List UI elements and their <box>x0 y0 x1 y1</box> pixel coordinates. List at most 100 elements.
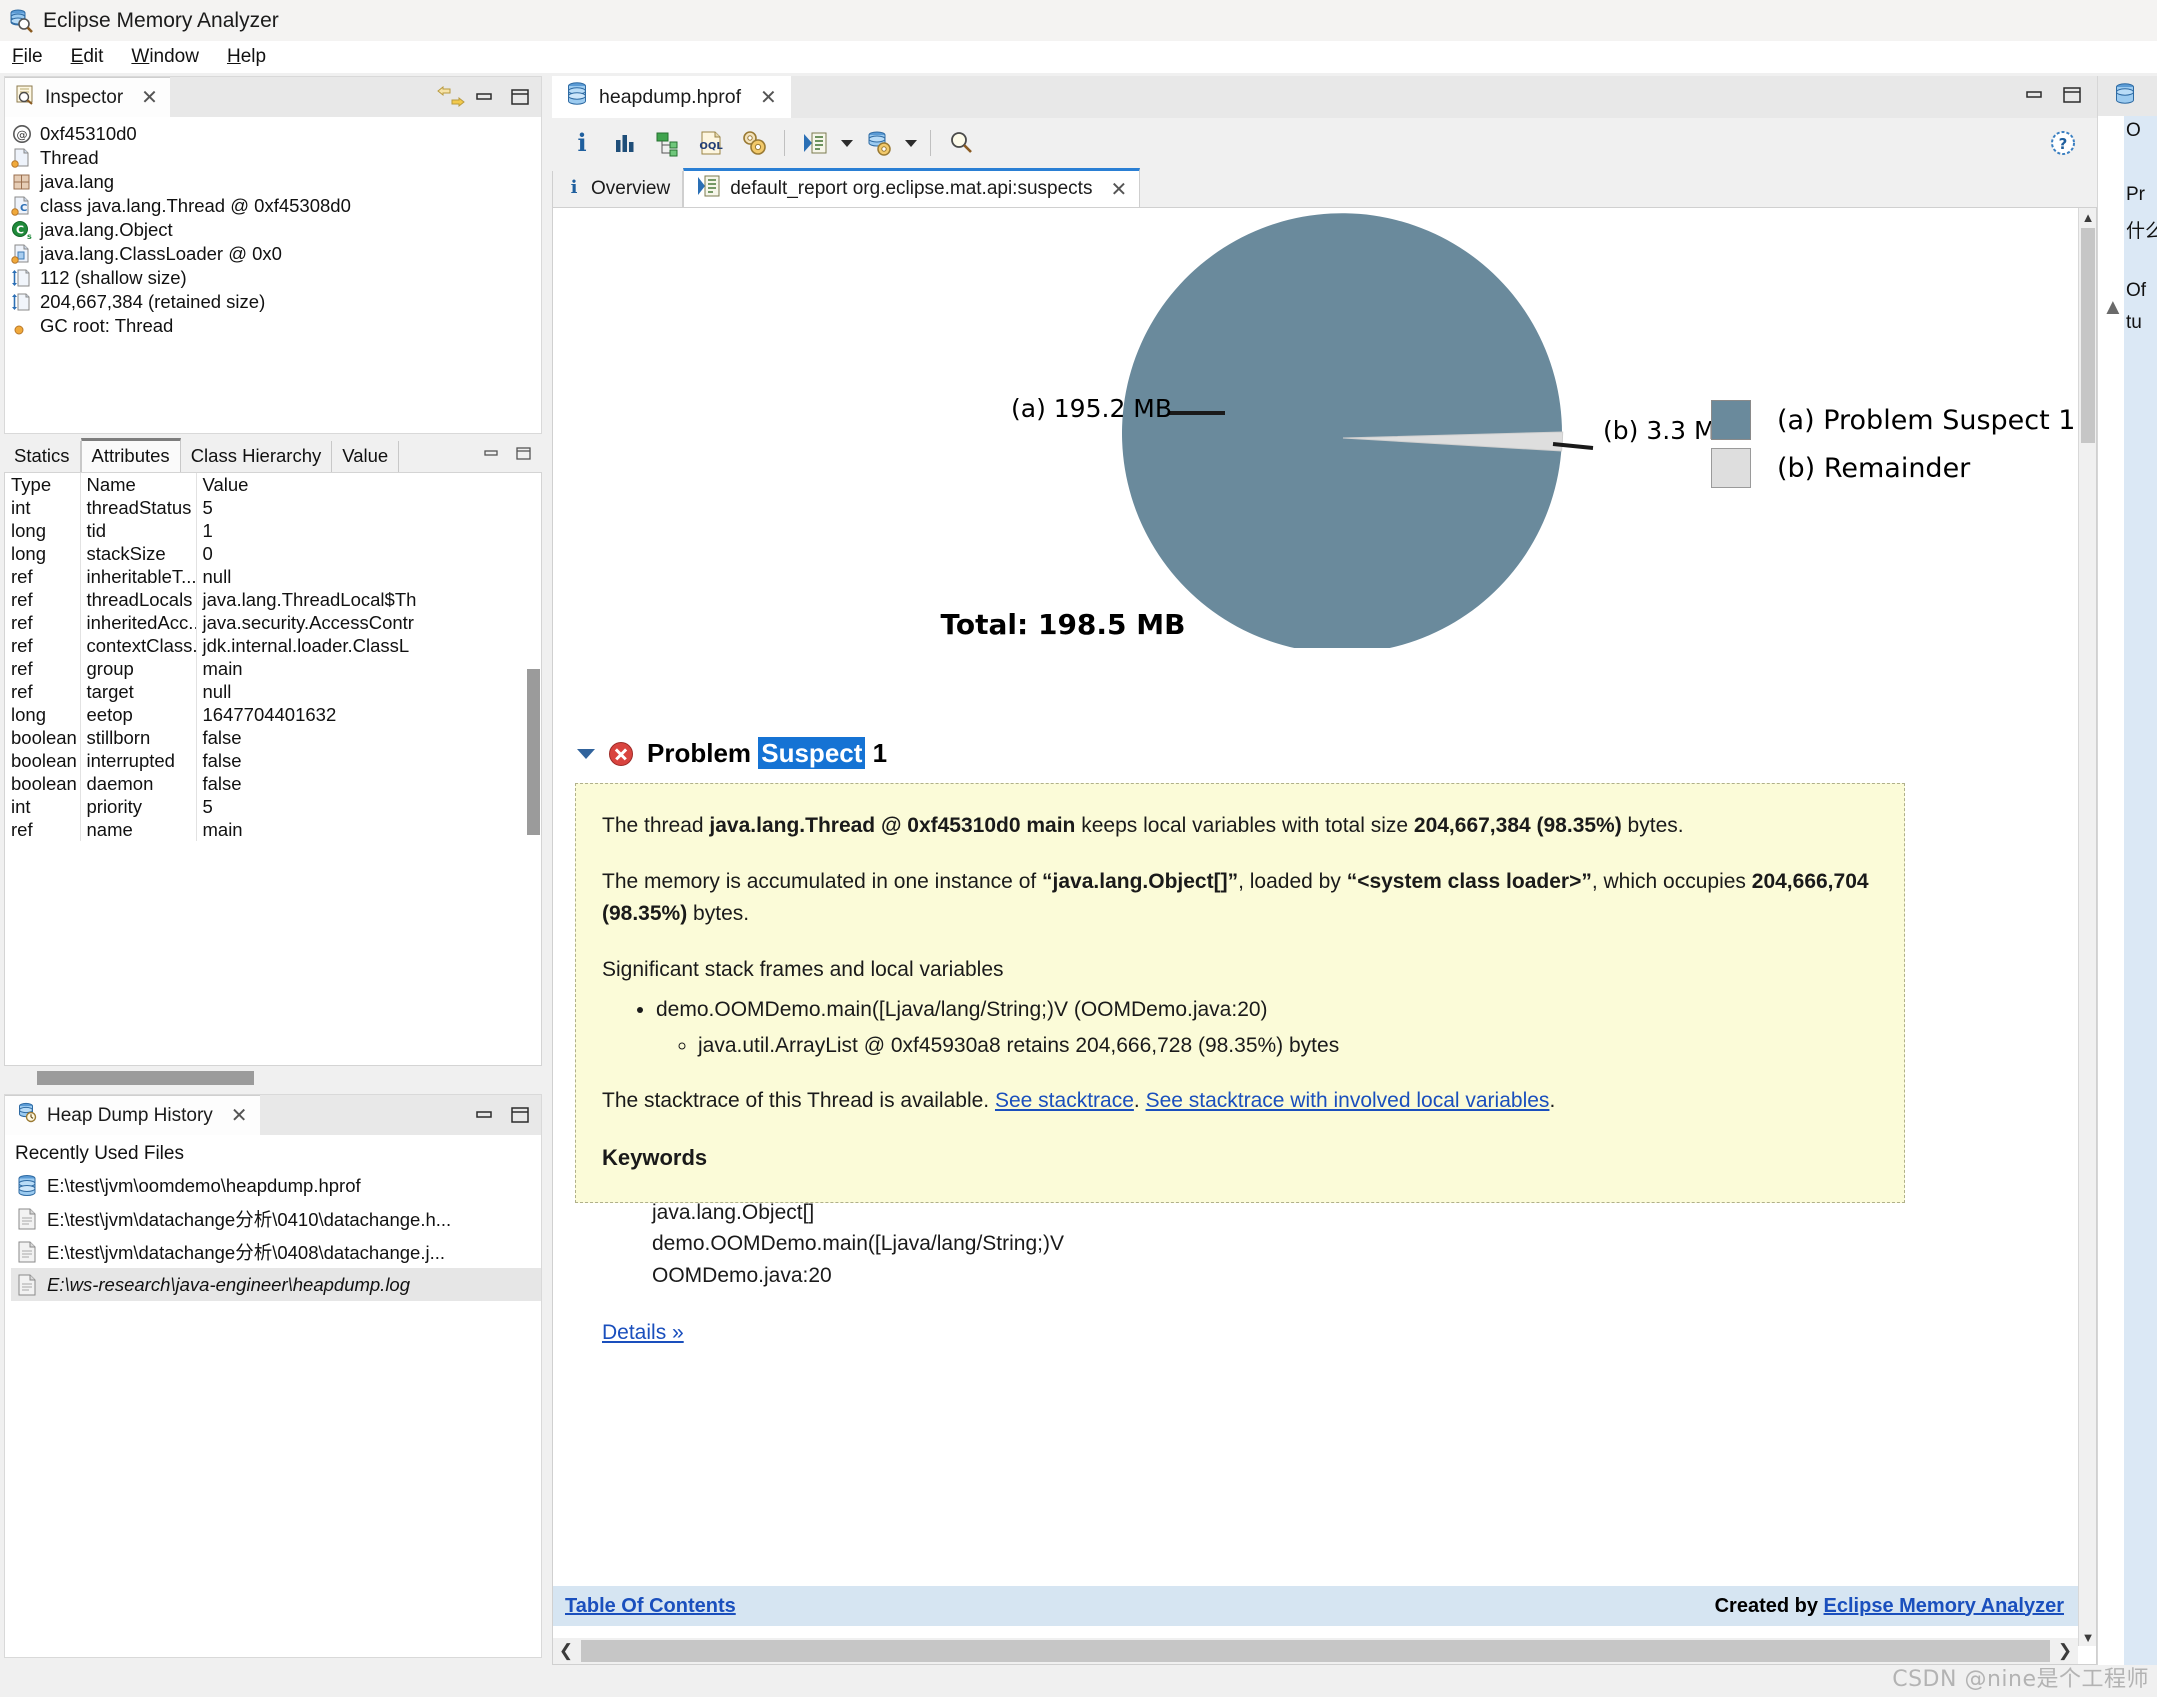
column-header-value[interactable]: Value <box>196 473 541 496</box>
list-item[interactable]: E:\test\jvm\datachange分析\0408\datachange… <box>11 1235 541 1268</box>
minimize-icon[interactable] <box>473 86 495 108</box>
details-link[interactable]: Details » <box>602 1321 684 1344</box>
inspector-tree[interactable]: @ 0xf45310d0 Thread java.lang C class ja… <box>5 117 541 433</box>
menu-edit-rest: dit <box>83 46 104 67</box>
chevron-down-icon[interactable] <box>902 123 920 163</box>
calculate-retained-size-icon[interactable] <box>734 123 774 163</box>
scrollbar-thumb[interactable] <box>37 1071 254 1085</box>
search-icon[interactable] <box>941 123 981 163</box>
menu-edit[interactable]: Edit <box>71 46 104 68</box>
table-row[interactable]: int priority 5 <box>5 795 541 818</box>
maximize-icon[interactable] <box>2061 84 2083 111</box>
table-of-contents-link[interactable]: Table Of Contents <box>565 1595 736 1618</box>
tab-overview[interactable]: i Overview <box>552 171 684 207</box>
scrollbar-thumb[interactable] <box>581 1640 2050 1662</box>
tab-statics[interactable]: Statics <box>4 441 81 472</box>
report-horizontal-scrollbar[interactable]: ❮ ❯ <box>553 1638 2078 1664</box>
tab-default-report-suspects[interactable]: default_report org.eclipse.mat.api:suspe… <box>683 168 1141 207</box>
minimize-icon[interactable] <box>473 1104 495 1126</box>
report-vertical-scrollbar[interactable]: ▲ ▼ <box>2078 208 2096 1646</box>
see-stacktrace-involved-link[interactable]: See stacktrace with involved local varia… <box>1146 1089 1550 1112</box>
histogram-icon[interactable] <box>605 123 645 163</box>
inspector-row-thread[interactable]: Thread <box>11 146 541 170</box>
stacktrace-sep: . <box>1133 1089 1146 1113</box>
table-row[interactable]: int threadStatus 5 <box>5 496 541 519</box>
inspector-row-classloader[interactable]: java.lang.ClassLoader @ 0x0 <box>11 242 541 266</box>
table-row[interactable]: boolean stillborn false <box>5 726 541 749</box>
inspector-row-label: java.lang.ClassLoader @ 0x0 <box>40 243 282 264</box>
chevron-up-icon[interactable]: ▲ <box>2102 294 2124 320</box>
scroll-left-icon[interactable]: ❮ <box>553 1641 579 1661</box>
table-row[interactable]: boolean daemon false <box>5 772 541 795</box>
table-row[interactable]: ref inheritableT... null <box>5 565 541 588</box>
menu-window-rest: indow <box>149 46 199 67</box>
inspector-row-gc-root[interactable]: GC root: Thread <box>11 314 541 338</box>
table-row[interactable]: ref inheritedAcc... java.security.AccessCo… <box>5 611 541 634</box>
table-row[interactable]: ref target null <box>5 680 541 703</box>
close-icon[interactable]: ✕ <box>1110 177 1127 202</box>
heap-dump-history-list[interactable]: Recently Used Files E:\test\jvm\oomdemo\… <box>5 1135 541 1657</box>
right-view-tab[interactable] <box>2098 76 2157 116</box>
attributes-horizontal-scrollbar[interactable] <box>4 1068 542 1088</box>
close-icon[interactable]: ✕ <box>760 85 777 110</box>
list-item[interactable]: E:\ws-research\java-engineer\heapdump.lo… <box>11 1268 541 1301</box>
right-collapsed-view[interactable]: ▲ O Pr 什么 Of tu <box>2097 76 2157 1665</box>
overview-info-icon[interactable]: i <box>562 123 602 163</box>
problem-suspect-heading[interactable]: Problem Suspect 1 <box>577 737 887 769</box>
help-icon[interactable]: ? <box>2043 123 2083 163</box>
tab-heapdump-hprof[interactable]: heapdump.hprof ✕ <box>552 76 791 118</box>
tab-value[interactable]: Value <box>332 441 400 472</box>
table-row[interactable]: boolean interrupted false <box>5 749 541 772</box>
oql-icon[interactable]: OQL <box>691 123 731 163</box>
attributes-table[interactable]: Type Name Value int threadStatus 5 long tid… <box>4 472 542 1066</box>
tab-attributes[interactable]: Attributes <box>80 438 181 472</box>
inspector-row-class[interactable]: C class java.lang.Thread @ 0xf45308d0 <box>11 194 541 218</box>
column-header-type[interactable]: Type <box>5 473 81 496</box>
link-with-editor-icon[interactable] <box>437 85 465 108</box>
scroll-right-icon[interactable]: ❯ <box>2052 1641 2078 1661</box>
list-item[interactable]: E:\test\jvm\oomdemo\heapdump.hprof <box>11 1169 541 1202</box>
attributes-vertical-scrollbar[interactable] <box>527 669 540 835</box>
list-item-label: E:\test\jvm\datachange分析\0408\datachange… <box>47 1241 445 1263</box>
menu-help[interactable]: Help <box>227 46 266 68</box>
menu-file[interactable]: File <box>12 46 43 68</box>
maximize-icon[interactable] <box>509 1104 531 1126</box>
run-expert-system-test-icon[interactable] <box>795 123 835 163</box>
scroll-down-icon[interactable]: ▼ <box>2079 1628 2096 1646</box>
table-row[interactable]: ref name main <box>5 818 541 841</box>
menu-window[interactable]: Window <box>131 46 199 68</box>
inspector-row-retained-size[interactable]: 204,667,384 (retained size) <box>11 290 541 314</box>
see-stacktrace-link[interactable]: See stacktrace <box>995 1089 1134 1112</box>
scrollbar-thumb[interactable] <box>2081 228 2095 443</box>
tab-class-hierarchy[interactable]: Class Hierarchy <box>180 441 333 472</box>
list-item[interactable]: E:\test\jvm\datachange分析\0410\datachange… <box>11 1202 541 1235</box>
inspector-row-superclass[interactable]: Cs java.lang.Object <box>11 218 541 242</box>
query-browser-icon[interactable] <box>859 123 899 163</box>
inspector-row-address[interactable]: @ 0xf45310d0 <box>11 122 541 146</box>
chevron-down-icon[interactable] <box>577 748 595 759</box>
inspector-row-shallow-size[interactable]: 112 (shallow size) <box>11 266 541 290</box>
table-row[interactable]: ref group main <box>5 657 541 680</box>
table-row[interactable]: ref contextClass... jdk.internal.loader.Cl… <box>5 634 541 657</box>
maximize-icon[interactable] <box>509 86 531 108</box>
table-row[interactable]: long stackSize 0 <box>5 542 541 565</box>
minimize-icon[interactable] <box>2023 84 2045 111</box>
cell-name: stackSize <box>80 542 197 565</box>
eclipse-memory-analyzer-link[interactable]: Eclipse Memory Analyzer <box>1824 1595 2064 1617</box>
tab-heap-dump-history[interactable]: Heap Dump History ✕ <box>5 1095 260 1135</box>
table-row[interactable]: long eetop 1647704401632 <box>5 703 541 726</box>
stacktrace-paragraph: The stacktrace of this Thread is availab… <box>602 1085 1874 1117</box>
maximize-icon[interactable] <box>514 447 534 466</box>
close-icon[interactable]: ✕ <box>141 88 158 108</box>
tab-inspector[interactable]: Inspector ✕ <box>5 77 170 117</box>
close-icon[interactable]: ✕ <box>231 1106 248 1126</box>
dominator-tree-icon[interactable] <box>648 123 688 163</box>
minimize-icon[interactable] <box>482 447 502 466</box>
cell-type: int <box>5 496 81 519</box>
table-row[interactable]: ref threadLocals java.lang.ThreadLocal$Th <box>5 588 541 611</box>
chevron-down-icon[interactable] <box>838 123 856 163</box>
table-row[interactable]: long tid 1 <box>5 519 541 542</box>
inspector-row-package[interactable]: java.lang <box>11 170 541 194</box>
scroll-up-icon[interactable]: ▲ <box>2079 208 2096 226</box>
column-header-name[interactable]: Name <box>80 473 197 496</box>
